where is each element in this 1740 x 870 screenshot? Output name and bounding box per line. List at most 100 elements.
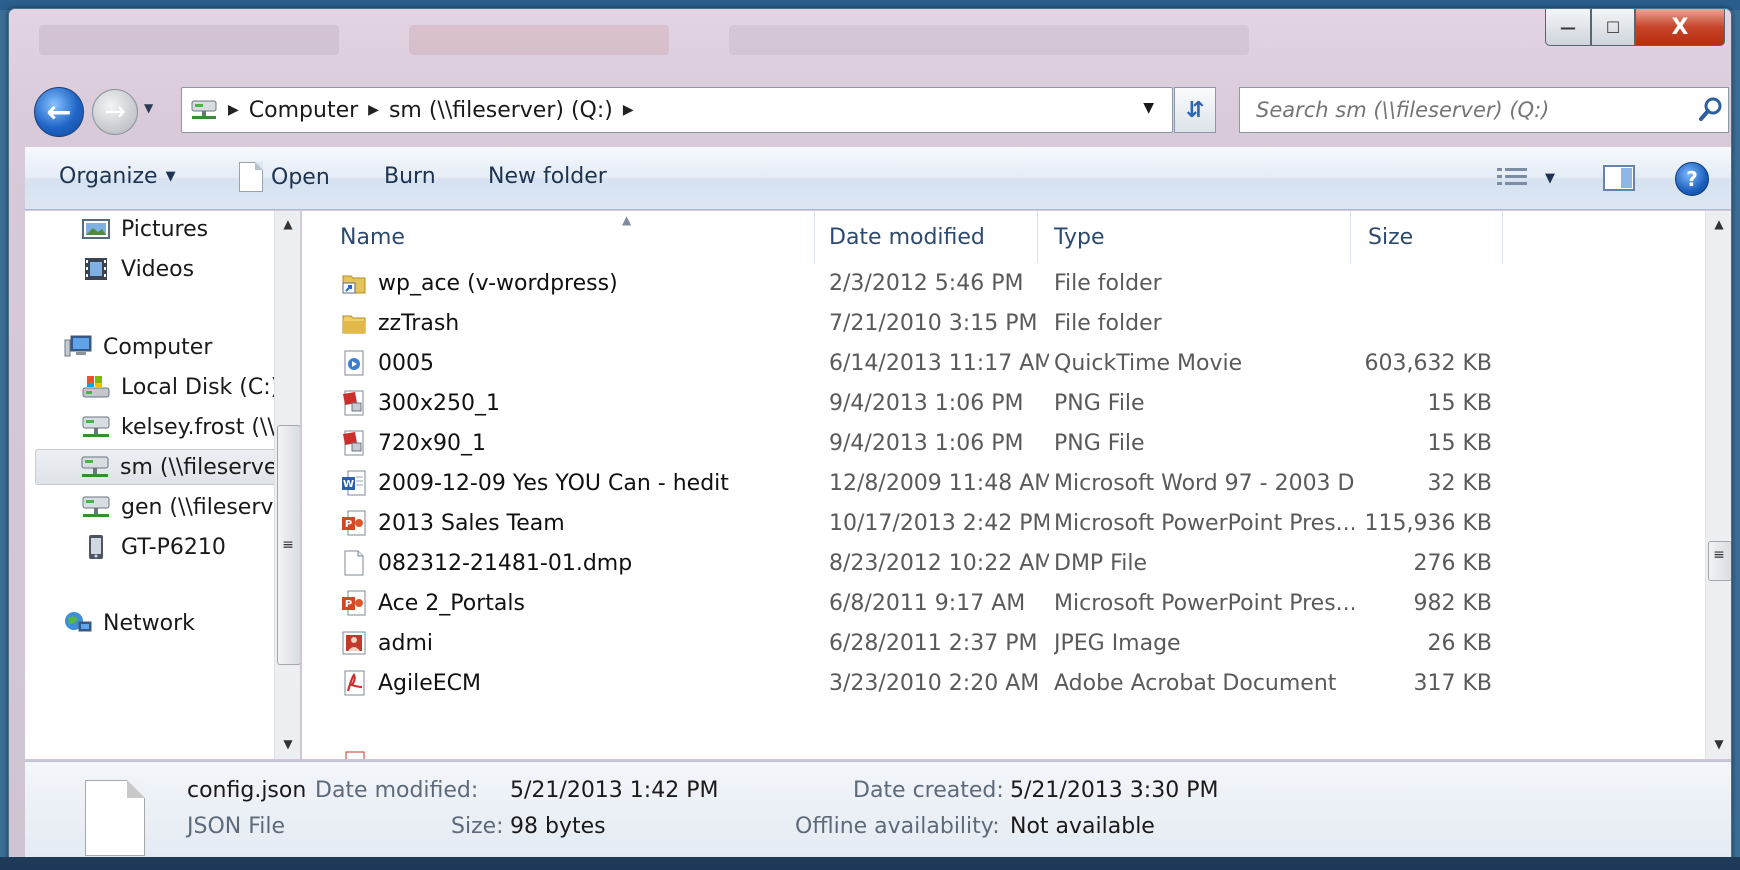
table-row[interactable]: P Ace 2_Portals 6/8/2011 9:17 AM Microso… xyxy=(302,583,1682,623)
column-header-size[interactable]: Size xyxy=(1368,211,1503,263)
table-row[interactable]: wp_ace (v-wordpress) 2/3/2012 5:46 PM Fi… xyxy=(302,263,1682,303)
size-value: 98 bytes xyxy=(510,814,606,839)
search-icon[interactable] xyxy=(1694,93,1728,127)
file-name-cell: 0005 xyxy=(340,343,810,383)
column-header-date-modified[interactable]: Date modified xyxy=(829,211,1038,263)
file-name-cell: P 2013 Sales Team xyxy=(340,503,810,543)
column-header-name[interactable]: Name xyxy=(340,211,815,263)
back-button[interactable]: ← xyxy=(34,87,84,137)
file-name-cell: 082312-21481-01.dmp xyxy=(340,543,810,583)
recent-pages-dropdown[interactable]: ▼ xyxy=(144,101,153,115)
date-modified-cell: 10/17/2013 2:42 PM xyxy=(829,510,1049,536)
file-name-cell: P Ace 2_Portals xyxy=(340,583,810,623)
table-row[interactable]: AgileECM 3/23/2010 2:20 AM Adobe Acrobat… xyxy=(302,663,1682,703)
network-drive-icon xyxy=(81,494,111,520)
open-button[interactable]: Open xyxy=(239,162,330,192)
forward-button[interactable]: → xyxy=(92,89,138,135)
file-name: 0005 xyxy=(378,350,434,376)
scroll-down-arrow[interactable]: ▼ xyxy=(1706,737,1731,751)
pictures-icon xyxy=(81,216,111,242)
breadcrumb-current-drive[interactable]: sm (\\fileserver) (Q:) xyxy=(389,98,613,123)
date-modified-cell: 9/4/2013 1:06 PM xyxy=(829,430,1024,456)
png-file-icon xyxy=(340,429,368,457)
navigation-pane-scrollbar[interactable]: ▲ ≡ ▼ xyxy=(274,211,300,759)
address-history-dropdown[interactable]: ▼ xyxy=(1143,100,1154,116)
sidebar-item-label: Videos xyxy=(121,256,195,282)
column-header-type[interactable]: Type xyxy=(1054,211,1351,263)
sidebar-item-pictures[interactable]: Pictures xyxy=(81,211,208,247)
taskbar-edge xyxy=(0,857,1740,870)
scroll-down-arrow[interactable]: ▼ xyxy=(275,737,300,751)
computer-icon xyxy=(63,334,93,360)
sidebar-item-label: GT-P6210 xyxy=(121,534,226,560)
sidebar-item-network[interactable]: Network xyxy=(63,605,195,641)
help-button[interactable]: ? xyxy=(1675,162,1709,196)
size-cell: 982 KB xyxy=(1413,590,1492,616)
table-row[interactable]: admi 6/28/2011 2:37 PM JPEG Image 26 KB xyxy=(302,623,1682,663)
type-cell: Microsoft PowerPoint Pres... xyxy=(1054,590,1354,616)
table-row[interactable]: 300x250_1 9/4/2013 1:06 PM PNG File 15 K… xyxy=(302,383,1682,423)
scroll-up-arrow[interactable]: ▲ xyxy=(275,217,300,231)
sidebar-item-kelsey-frost-drive[interactable]: kelsey.frost (\\fileserver) (H:) xyxy=(81,409,300,445)
offline-availability-value: Not available xyxy=(1010,814,1155,839)
date-modified-cell: 8/23/2012 10:22 AM xyxy=(829,550,1049,576)
file-name: zzTrash xyxy=(378,310,460,336)
sidebar-item-computer[interactable]: Computer xyxy=(63,329,212,365)
local-disk-icon xyxy=(81,374,111,400)
close-button[interactable]: X xyxy=(1635,9,1725,46)
help-icon: ? xyxy=(1686,167,1698,191)
file-name: Ace 2_Portals xyxy=(378,590,525,616)
table-row[interactable]: 0005 6/14/2013 11:17 AM QuickTime Movie … xyxy=(302,343,1682,383)
date-modified-cell: 3/23/2010 2:20 AM xyxy=(829,670,1040,696)
table-row[interactable]: P 2013 Sales Team 10/17/2013 2:42 PM Mic… xyxy=(302,503,1682,543)
size-cell xyxy=(1362,263,1492,303)
breadcrumb-separator[interactable]: ▶ xyxy=(623,102,634,118)
sidebar-item-gen-drive[interactable]: gen (\\fileserver) (G:) xyxy=(81,489,300,525)
burn-button[interactable]: Burn xyxy=(384,164,436,189)
type-cell: File folder xyxy=(1054,270,1162,296)
file-name-cell: admi xyxy=(340,623,810,663)
details-view-icon xyxy=(1497,168,1527,185)
type-cell: PNG File xyxy=(1054,390,1145,416)
device-icon xyxy=(81,534,111,560)
sidebar-item-sm-drive[interactable]: sm (\\fileserver) (Q:) xyxy=(35,449,300,485)
background-ghost xyxy=(39,25,339,55)
address-bar[interactable]: ▶ Computer ▶ sm (\\fileserver) (Q:) ▶ ▼ xyxy=(181,87,1173,133)
file-name-cell: 300x250_1 xyxy=(340,383,810,423)
refresh-button[interactable]: ⇵ xyxy=(1174,87,1216,133)
column-label: Name xyxy=(340,224,405,250)
table-row[interactable]: W 2009-12-09 Yes YOU Can - hedit 12/8/20… xyxy=(302,463,1682,503)
sidebar-item-gt-p6210[interactable]: GT-P6210 xyxy=(81,529,226,565)
sidebar-item-videos[interactable]: Videos xyxy=(81,251,194,287)
date-modified-cell: 6/14/2013 11:17 AM xyxy=(829,350,1049,376)
folder-shortcut-icon xyxy=(340,269,368,297)
partial-row-icon xyxy=(342,747,368,759)
preview-pane-icon xyxy=(1603,165,1635,191)
breadcrumb-separator[interactable]: ▶ xyxy=(228,102,239,118)
file-name: 2013 Sales Team xyxy=(378,510,565,536)
forward-arrow-icon: → xyxy=(104,97,126,127)
search-box[interactable] xyxy=(1239,87,1729,133)
minimize-button[interactable]: — xyxy=(1545,9,1591,46)
preview-pane-button[interactable] xyxy=(1601,161,1637,195)
scroll-up-arrow[interactable]: ▲ xyxy=(1706,217,1731,231)
breadcrumb-separator[interactable]: ▶ xyxy=(368,102,379,118)
file-list-scrollbar[interactable]: ▲ ≡ ▼ xyxy=(1705,211,1731,759)
file-name: 082312-21481-01.dmp xyxy=(378,550,633,576)
maximize-button[interactable]: ☐ xyxy=(1591,9,1635,46)
table-row[interactable]: 720x90_1 9/4/2013 1:06 PM PNG File 15 KB xyxy=(302,423,1682,463)
chevron-down-icon: ▼ xyxy=(165,169,176,184)
file-name: 2009-12-09 Yes YOU Can - hedit xyxy=(378,470,729,496)
new-folder-button[interactable]: New folder xyxy=(488,164,607,189)
table-row[interactable]: zzTrash 7/21/2010 3:15 PM File folder xyxy=(302,303,1682,343)
change-view-button[interactable]: ▼ xyxy=(1487,161,1563,195)
table-row[interactable]: 082312-21481-01.dmp 8/23/2012 10:22 AM D… xyxy=(302,543,1682,583)
window-caption-buttons: — ☐ X xyxy=(1545,9,1725,46)
organize-button[interactable]: Organize ▼ xyxy=(59,164,176,189)
size-cell: 15 KB xyxy=(1427,430,1492,456)
type-cell: File folder xyxy=(1054,310,1162,336)
sidebar-item-local-disk[interactable]: Local Disk (C:) xyxy=(81,369,279,405)
file-name: AgileECM xyxy=(378,670,482,696)
search-input[interactable] xyxy=(1254,97,1694,123)
breadcrumb-computer[interactable]: Computer xyxy=(249,98,358,123)
